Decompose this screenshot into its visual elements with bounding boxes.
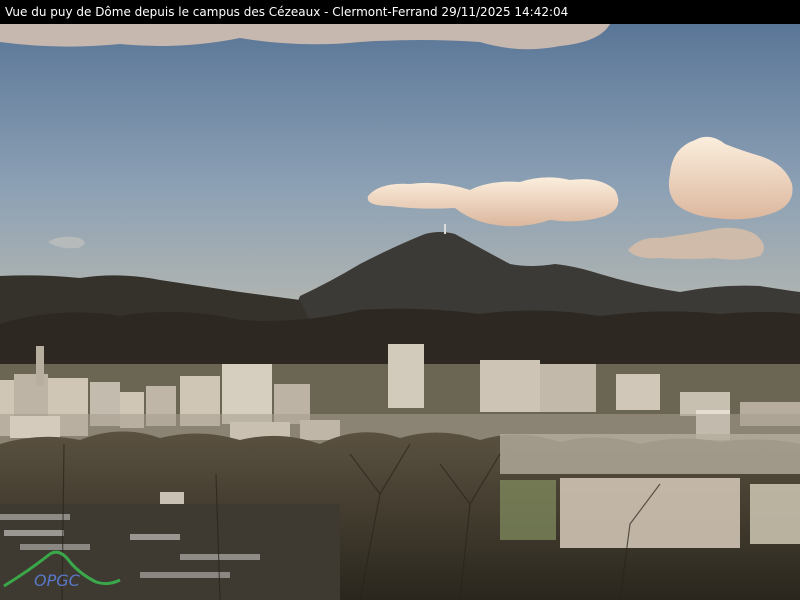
opgc-logo: OPGC bbox=[3, 550, 121, 590]
summit-antenna bbox=[444, 224, 446, 234]
webcam-frame: Vue du puy de Dôme depuis le campus des … bbox=[0, 0, 800, 600]
logo-text: OPGC bbox=[34, 571, 81, 590]
webcam-photo bbox=[0, 24, 800, 600]
caption-bar: Vue du puy de Dôme depuis le campus des … bbox=[0, 0, 800, 24]
caption-text: Vue du puy de Dôme depuis le campus des … bbox=[5, 5, 569, 19]
